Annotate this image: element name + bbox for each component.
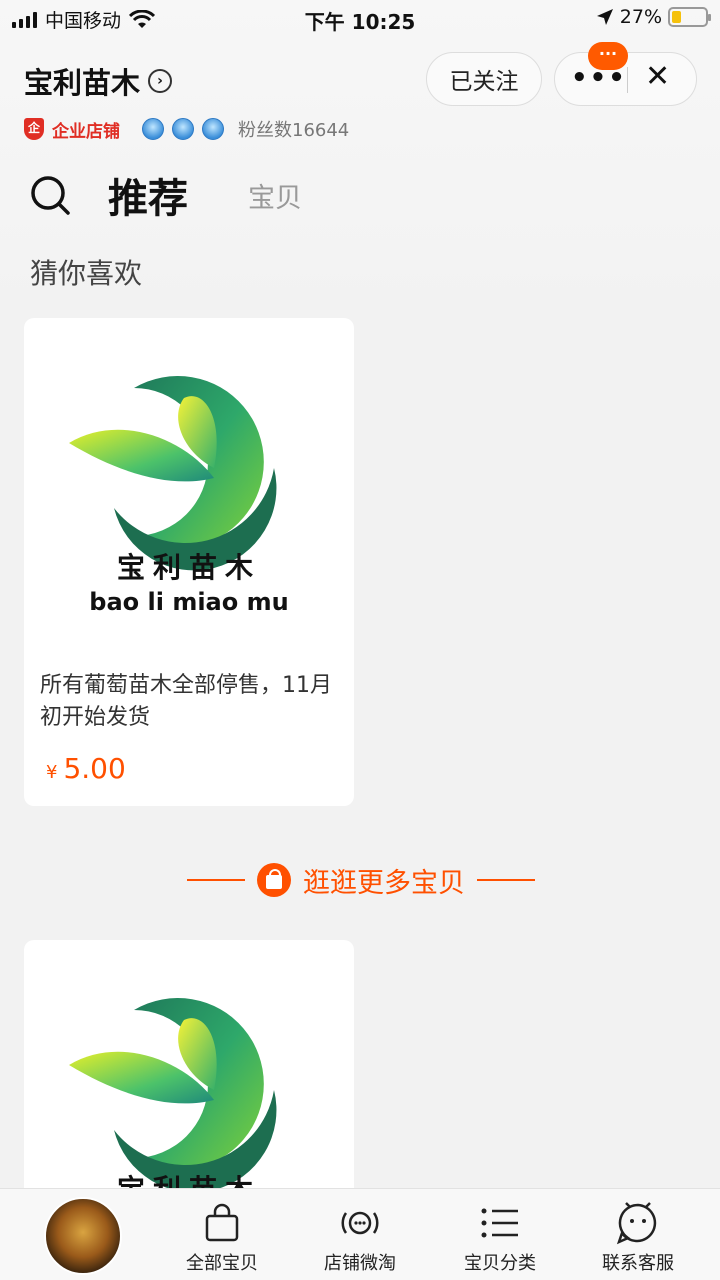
shop-name: 宝利苗木 — [24, 66, 141, 100]
price-value: 5.00 — [63, 752, 126, 785]
divider-line — [187, 879, 245, 881]
logo-pinyin-text: bao li miao mu — [89, 588, 289, 616]
shop-meta: 企 企业店铺 粉丝数16644 — [24, 116, 349, 142]
product-card[interactable]: 宝利苗木 bao li miao mu 所有葡萄苗木全部停售，11月初开始发货 … — [24, 318, 354, 806]
shopping-bag-icon — [205, 1203, 239, 1242]
bottom-nav: 全部宝贝 店铺微淘 宝贝分类 联系客服 — [0, 1188, 720, 1280]
crown-icon — [142, 118, 164, 140]
capsule-divider — [627, 67, 628, 93]
shop-title[interactable]: 宝利苗木 › — [24, 60, 173, 102]
list-icon — [481, 1208, 518, 1238]
close-icon[interactable]: ✕ — [645, 59, 670, 94]
browse-more-link[interactable]: 逛逛更多宝贝 — [174, 860, 548, 900]
chevron-right-circle-icon: › — [148, 69, 173, 93]
location-arrow-icon — [596, 9, 613, 25]
notification-badge: ··· — [588, 42, 628, 70]
browse-more-label: 逛逛更多宝贝 — [303, 867, 465, 899]
nav-label: 全部宝贝 — [186, 1253, 258, 1274]
search-icon[interactable] — [30, 175, 72, 217]
enterprise-shield-icon: 企 — [24, 118, 44, 140]
chat-face-icon — [616, 1202, 657, 1245]
crown-icon — [172, 118, 194, 140]
crown-icon — [202, 118, 224, 140]
battery-percent: 27% — [619, 6, 662, 28]
nav-label: 宝贝分类 — [464, 1253, 536, 1274]
logo-chinese-text: 宝利苗木 — [116, 551, 261, 584]
product-description: 所有葡萄苗木全部停售，11月初开始发货 — [40, 673, 332, 730]
tab-recommend[interactable]: 推荐 — [108, 166, 188, 224]
shop-avatar[interactable] — [44, 1197, 122, 1275]
section-title: 猜你喜欢 — [30, 257, 143, 290]
fans-count: 粉丝数16644 — [238, 120, 350, 141]
shopping-bag-icon — [257, 863, 291, 897]
status-bar: 中国移动 下午 10:25 27% — [0, 0, 720, 40]
battery-level — [672, 11, 681, 23]
tab-items[interactable]: 宝贝 — [248, 176, 302, 215]
nav-label: 店铺微淘 — [324, 1253, 396, 1274]
enterprise-label: 企业店铺 — [52, 121, 120, 142]
nav-customer-service[interactable]: 联系客服 — [578, 1201, 698, 1275]
nav-label: 联系客服 — [602, 1253, 674, 1274]
nav-shop-feed[interactable]: 店铺微淘 — [300, 1201, 420, 1275]
status-right: 27% — [596, 6, 711, 28]
divider-line — [477, 879, 535, 881]
nav-all-items[interactable]: 全部宝贝 — [162, 1201, 282, 1275]
product-card[interactable]: 宝利苗木 — [24, 940, 354, 1200]
nav-categories[interactable]: 宝贝分类 — [440, 1201, 560, 1275]
product-price: ¥ 5.00 — [46, 752, 126, 785]
follow-button[interactable]: 已关注 — [426, 52, 542, 106]
shop-logo-image — [69, 998, 277, 1193]
battery-icon — [668, 7, 711, 27]
broadcast-chat-icon — [341, 1211, 379, 1235]
price-symbol: ¥ — [46, 762, 58, 783]
